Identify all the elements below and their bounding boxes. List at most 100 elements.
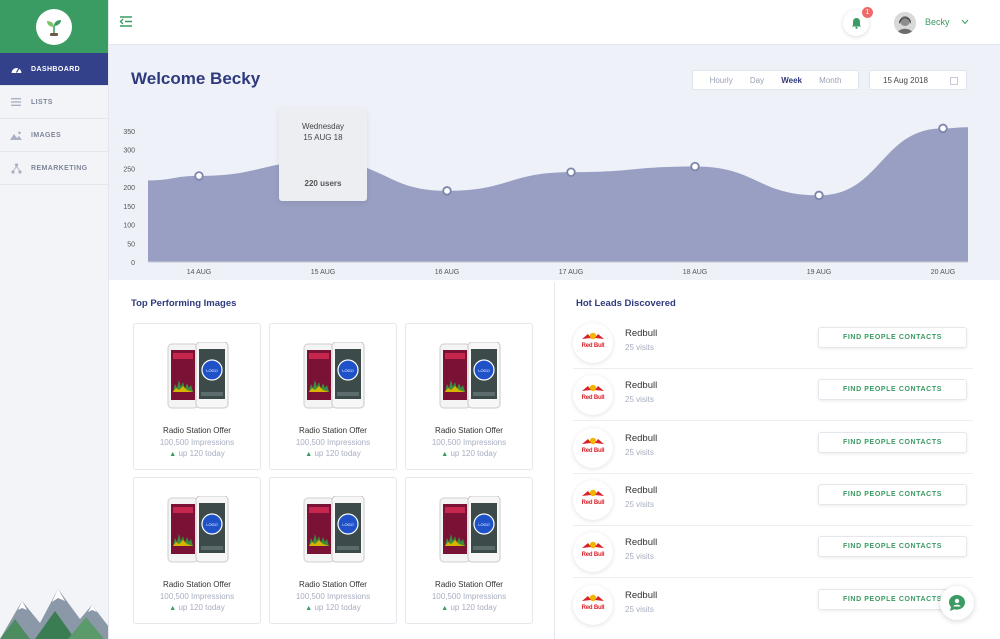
y-tick-label: 0 — [131, 260, 135, 267]
y-tick-label: 200 — [123, 185, 135, 192]
card-title: Radio Station Offer — [299, 426, 367, 435]
lead-name: Redbull — [625, 433, 658, 444]
logo-text: Red Bull — [581, 343, 605, 349]
calendar-icon — [950, 77, 958, 85]
chart-tooltip: Wednesday 15 AUG 18 220 users — [279, 108, 367, 201]
card-trend: ▲ up 120 today — [270, 603, 396, 612]
chat-icon — [949, 595, 965, 611]
date-value: 15 Aug 2018 — [883, 75, 928, 85]
arrow-up-icon: ▲ — [441, 451, 449, 458]
image-card[interactable]: LOGO Radio Station Offer 100,500 Impress… — [133, 477, 261, 624]
user-name[interactable]: Becky — [925, 17, 950, 27]
sidebar-item-lists[interactable]: LISTS — [0, 86, 108, 119]
avatar[interactable] — [894, 12, 916, 34]
sidebar: DASHBOARD LISTS IMAGES REMARKETING — [0, 0, 109, 639]
card-trend: ▲ up 120 today — [270, 449, 396, 458]
sidebar-item-images[interactable]: IMAGES — [0, 119, 108, 152]
card-impressions: 100,500 Impressions — [431, 438, 507, 447]
find-people-contacts-button[interactable]: FIND PEOPLE CONTACTS — [818, 379, 967, 400]
tab-week[interactable]: Week — [781, 76, 802, 85]
card-impressions: 100,500 Impressions — [431, 592, 507, 601]
arrow-up-icon: ▲ — [169, 451, 177, 458]
lead-name: Redbull — [625, 537, 658, 548]
y-tick-label: 50 — [127, 241, 135, 248]
data-point[interactable] — [938, 123, 948, 134]
find-people-contacts-button[interactable]: FIND PEOPLE CONTACTS — [818, 484, 967, 505]
find-people-contacts-button[interactable]: FIND PEOPLE CONTACTS — [818, 432, 967, 453]
x-tick-label: 16 AUG — [435, 269, 460, 276]
phone-mockup-image: LOGO — [301, 495, 367, 566]
x-tick-label: 18 AUG — [683, 269, 708, 276]
sidebar-item-remarketing[interactable]: REMARKETING — [0, 152, 108, 185]
images-icon — [10, 129, 22, 141]
top-images-title: Top Performing Images — [131, 298, 237, 309]
phone-logo-text: LOGO — [342, 368, 354, 373]
redbull-logo: Red Bull — [573, 532, 613, 572]
lead-name: Redbull — [625, 485, 658, 496]
page-title: Welcome Becky — [131, 69, 261, 88]
image-card[interactable]: LOGO Radio Station Offer 100,500 Impress… — [405, 323, 533, 470]
image-card[interactable]: LOGO Radio Station Offer 100,500 Impress… — [133, 323, 261, 470]
phone-logo-text: LOGO — [478, 368, 490, 373]
card-impressions: 100,500 Impressions — [159, 592, 235, 601]
card-title: Radio Station Offer — [163, 580, 231, 589]
image-card[interactable]: LOGO Radio Station Offer 100,500 Impress… — [269, 477, 397, 624]
image-card[interactable]: LOGO Radio Station Offer 100,500 Impress… — [269, 323, 397, 470]
sidebar-item-label: LISTS — [31, 98, 53, 106]
top-bar: 1 Becky — [109, 0, 1000, 45]
x-tick-label: 20 AUG — [931, 269, 956, 276]
notification-bell-button[interactable]: 1 — [843, 7, 873, 36]
lead-visits: 25 visits — [625, 395, 654, 404]
menu-collapse-icon[interactable] — [119, 15, 135, 31]
logo-text: Red Bull — [581, 395, 605, 401]
data-point[interactable] — [566, 167, 576, 177]
x-tick-label: 15 AUG — [311, 269, 336, 276]
bell-icon — [851, 18, 861, 29]
data-point[interactable] — [442, 186, 452, 196]
logo-area[interactable] — [0, 0, 108, 53]
lead-visits: 25 visits — [625, 552, 654, 561]
tab-month[interactable]: Month — [819, 76, 841, 85]
logo-text: Red Bull — [581, 605, 605, 611]
sidebar-item-dashboard[interactable]: DASHBOARD — [0, 53, 108, 86]
phone-logo-text: LOGO — [206, 368, 218, 373]
y-tick-label: 250 — [123, 166, 135, 173]
x-tick-label: 19 AUG — [807, 269, 832, 276]
lead-name: Redbull — [625, 590, 658, 601]
chat-button[interactable] — [940, 586, 974, 620]
sidebar-item-label: REMARKETING — [31, 164, 88, 172]
card-title: Radio Station Offer — [435, 580, 503, 589]
redbull-logo: Red Bull — [573, 428, 613, 468]
arrow-up-icon: ▲ — [305, 451, 313, 458]
date-picker[interactable]: 15 Aug 2018 — [869, 70, 967, 90]
image-card[interactable]: LOGO Radio Station Offer 100,500 Impress… — [405, 477, 533, 624]
redbull-logo: Red Bull — [573, 480, 613, 520]
arrow-up-icon: ▲ — [441, 605, 449, 612]
range-tabs: Hourly Day Week Month — [692, 70, 859, 90]
logo-text: Red Bull — [581, 448, 605, 454]
phone-logo-text: LOGO — [206, 522, 218, 527]
lead-row: Red Bull Redbull 25 visits FIND PEOPLE C… — [573, 579, 973, 631]
remarketing-icon — [10, 162, 22, 174]
tab-hourly[interactable]: Hourly — [710, 76, 733, 85]
data-point[interactable] — [194, 171, 204, 181]
find-people-contacts-button[interactable]: FIND PEOPLE CONTACTS — [818, 536, 967, 557]
lead-name: Redbull — [625, 380, 658, 391]
card-title: Radio Station Offer — [299, 580, 367, 589]
y-tick-label: 100 — [123, 223, 135, 230]
lead-visits: 25 visits — [625, 448, 654, 457]
chevron-down-icon[interactable] — [961, 19, 969, 25]
data-point[interactable] — [690, 161, 700, 172]
lead-visits: 25 visits — [625, 500, 654, 509]
redbull-logo: Red Bull — [573, 375, 613, 415]
sidebar-item-label: IMAGES — [31, 131, 62, 139]
lead-row: Red Bull Redbull 25 visits FIND PEOPLE C… — [573, 474, 973, 526]
find-people-contacts-button[interactable]: FIND PEOPLE CONTACTS — [818, 327, 967, 348]
arrow-up-icon: ▲ — [169, 605, 177, 612]
tab-day[interactable]: Day — [750, 76, 764, 85]
lead-name: Redbull — [625, 328, 658, 339]
card-trend-text: up 120 today — [450, 449, 497, 458]
data-point[interactable] — [814, 190, 824, 201]
phone-mockup-image: LOGO — [437, 341, 503, 412]
tooltip-date: 15 AUG 18 — [303, 133, 343, 142]
